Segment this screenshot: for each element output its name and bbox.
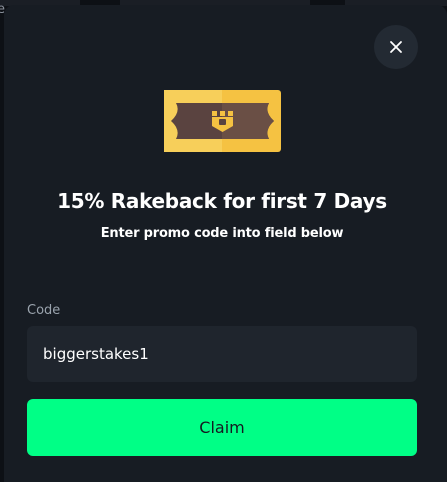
claim-button[interactable]: Claim bbox=[27, 399, 417, 456]
close-icon bbox=[390, 41, 402, 53]
ticket-icon bbox=[164, 90, 281, 152]
promo-title: 15% Rakeback for first 7 Days bbox=[57, 189, 387, 213]
code-field-label: Code bbox=[27, 303, 61, 318]
promo-subtitle: Enter promo code into field below bbox=[100, 226, 344, 241]
promo-code-input[interactable] bbox=[27, 326, 417, 382]
promo-code-modal: 15% Rakeback for first 7 Days Enter prom… bbox=[4, 5, 447, 482]
close-button[interactable] bbox=[374, 25, 418, 69]
